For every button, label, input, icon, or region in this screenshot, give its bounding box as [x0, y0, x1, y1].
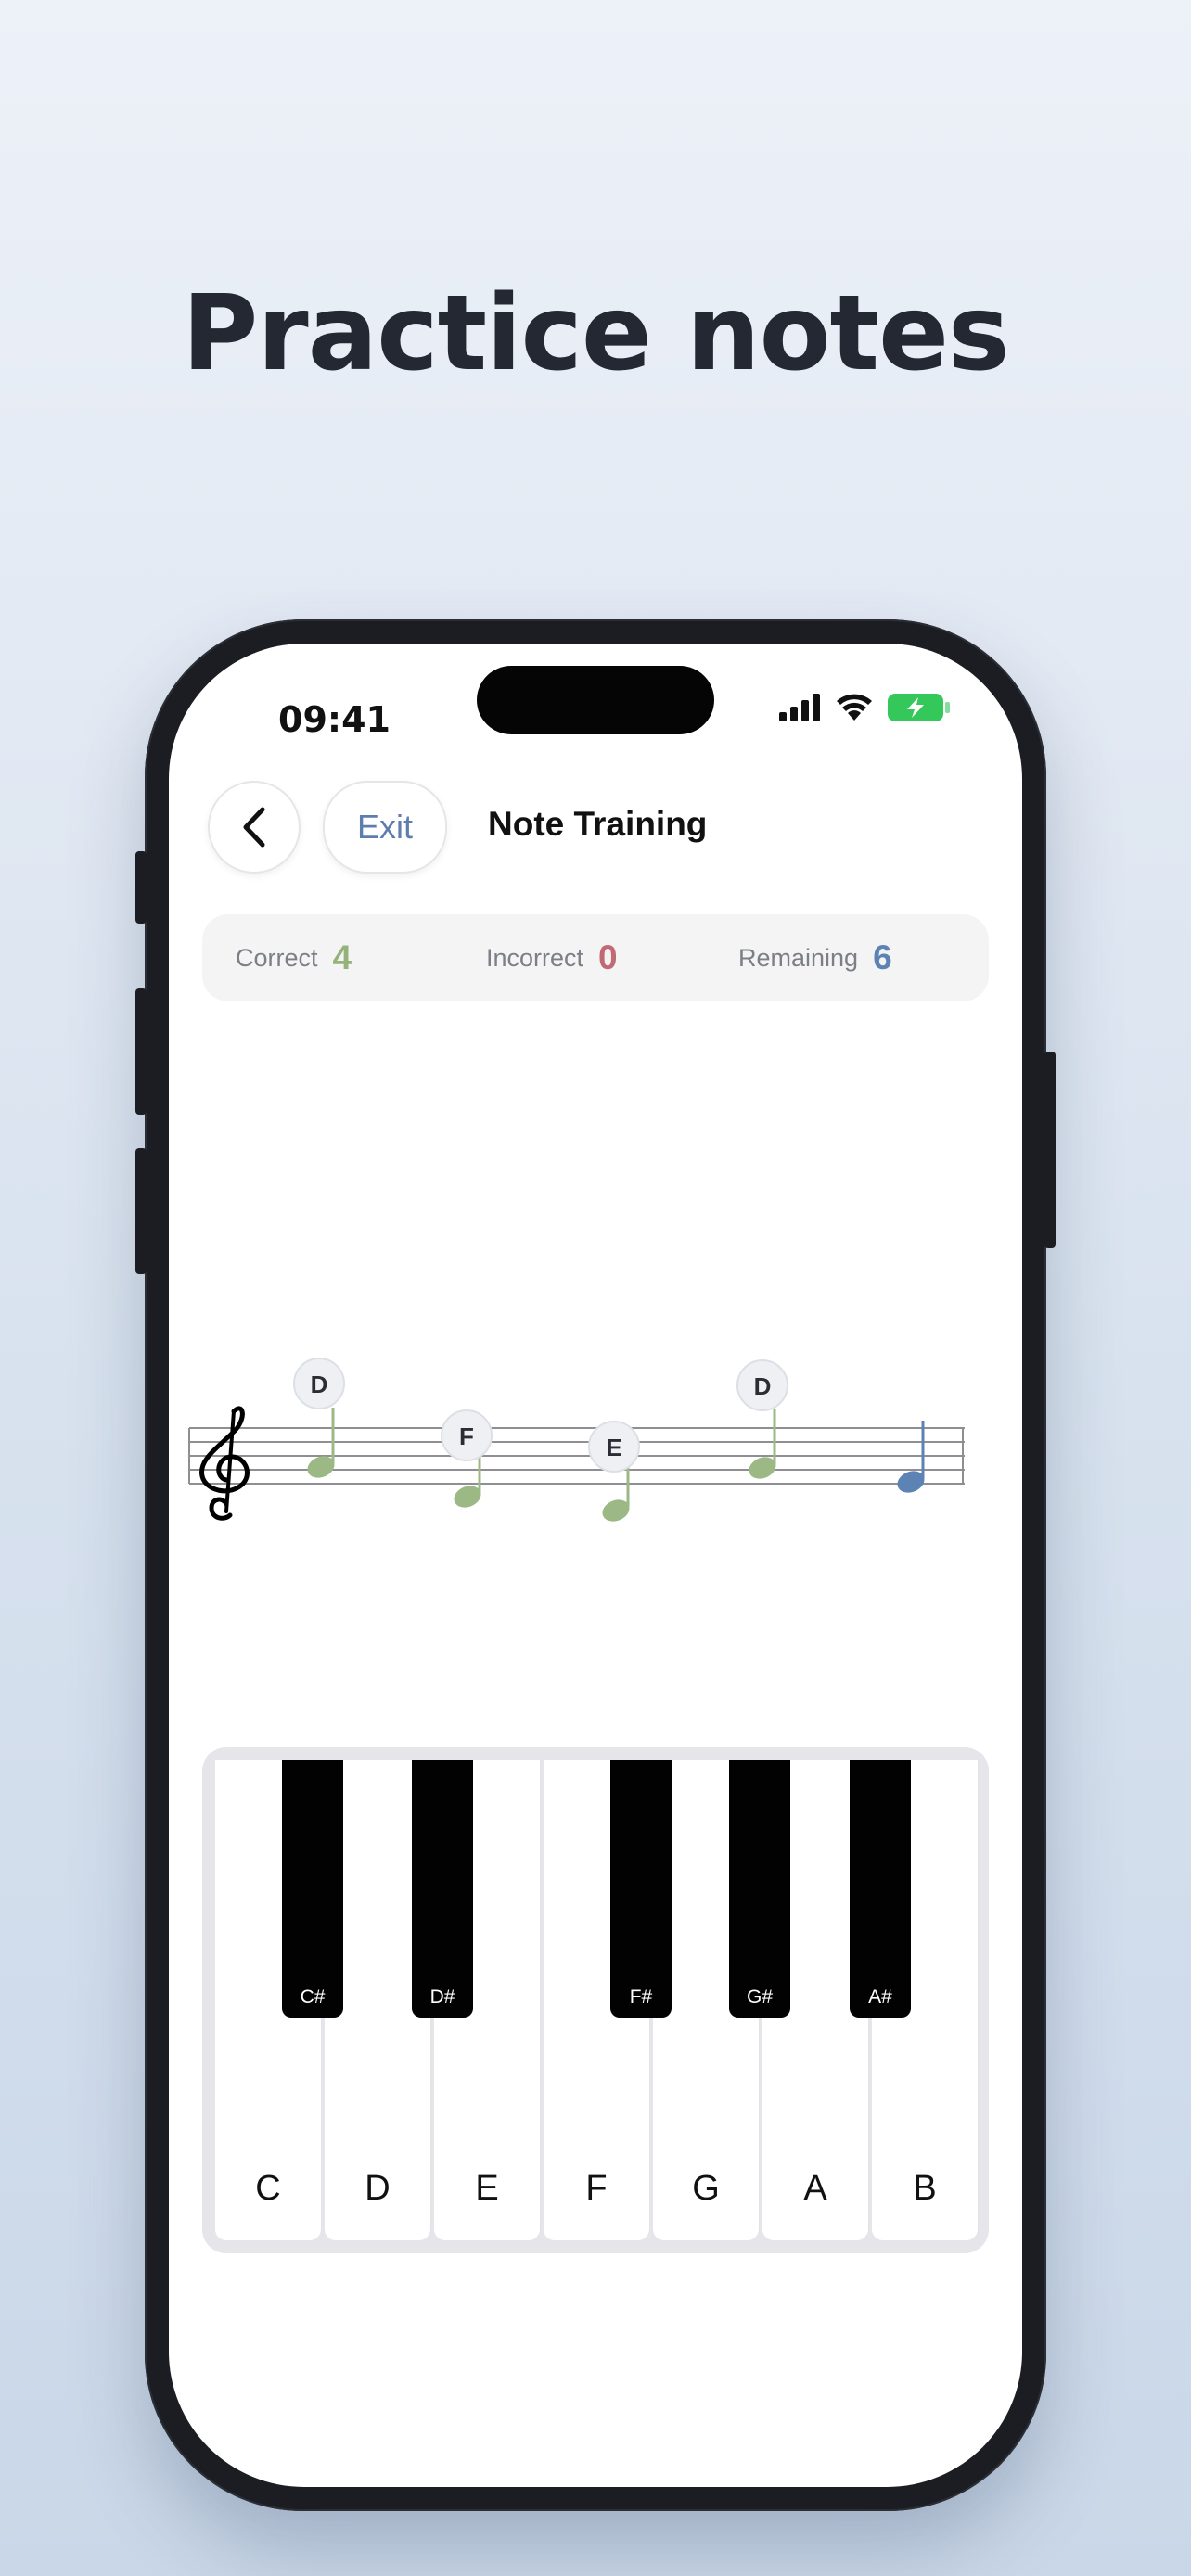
- stat-remaining-label: Remaining: [738, 943, 859, 972]
- stat-remaining: Remaining 6: [738, 914, 892, 1001]
- dynamic-island: [477, 666, 714, 734]
- stat-correct-label: Correct: [236, 943, 318, 972]
- key-label: A#: [868, 1986, 892, 2008]
- key-label: F#: [629, 1986, 653, 2008]
- piano-keyboard: C D E F G A B C# D# F# G# A#: [202, 1747, 989, 2253]
- note-label: E: [606, 1434, 621, 1461]
- status-time: 09:41: [278, 699, 391, 740]
- piano-key-c-sharp[interactable]: C#: [282, 1760, 343, 2018]
- headline: Practice notes: [182, 274, 1009, 394]
- key-label: C#: [300, 1986, 326, 2008]
- key-label: A: [803, 2169, 827, 2208]
- volume-up-button: [135, 988, 147, 1115]
- key-label: D: [365, 2169, 391, 2208]
- back-button[interactable]: [208, 781, 301, 874]
- staff-note: [749, 1409, 776, 1479]
- score-bar: Correct 4 Incorrect 0 Remaining 6: [202, 914, 989, 1001]
- piano-key-a-sharp[interactable]: A#: [850, 1760, 911, 2018]
- key-label: D#: [429, 1986, 455, 2008]
- phone-screen: 09:41 Exit Note Training Correct 4 Incor…: [169, 644, 1022, 2487]
- key-label: G#: [746, 1986, 773, 2008]
- chevron-left-icon: [243, 807, 265, 848]
- status-icons: [779, 692, 952, 723]
- note-label: D: [754, 1372, 772, 1400]
- key-label: E: [475, 2169, 499, 2208]
- stat-incorrect-value: 0: [598, 938, 618, 976]
- key-label: B: [913, 2169, 937, 2208]
- page-title: Note Training: [488, 805, 708, 843]
- battery-charging-icon: [888, 694, 950, 721]
- music-staff: D F E D: [188, 1358, 965, 1522]
- exit-button[interactable]: Exit: [323, 781, 447, 874]
- piano-key-d-sharp[interactable]: D#: [412, 1760, 473, 2018]
- staff-lines: [188, 1427, 965, 1485]
- stat-remaining-value: 6: [873, 938, 892, 976]
- note-label: F: [459, 1422, 474, 1450]
- stat-correct-value: 4: [332, 938, 352, 976]
- stat-incorrect-label: Incorrect: [486, 943, 584, 972]
- signal-icon: [779, 694, 820, 721]
- note-label: D: [311, 1371, 328, 1398]
- power-button: [1044, 1052, 1056, 1248]
- action-button: [135, 851, 147, 924]
- piano-key-g-sharp[interactable]: G#: [729, 1760, 790, 2018]
- piano-key-f-sharp[interactable]: F#: [610, 1760, 672, 2018]
- key-label: G: [692, 2169, 720, 2208]
- stat-correct: Correct 4: [236, 914, 352, 1001]
- key-label: F: [585, 2169, 608, 2208]
- current-note: [897, 1421, 925, 1493]
- volume-down-button: [135, 1148, 147, 1274]
- key-label: C: [255, 2169, 281, 2208]
- treble-clef-icon: [199, 1406, 250, 1521]
- wifi-icon: [837, 694, 872, 721]
- stat-incorrect: Incorrect 0: [486, 914, 618, 1001]
